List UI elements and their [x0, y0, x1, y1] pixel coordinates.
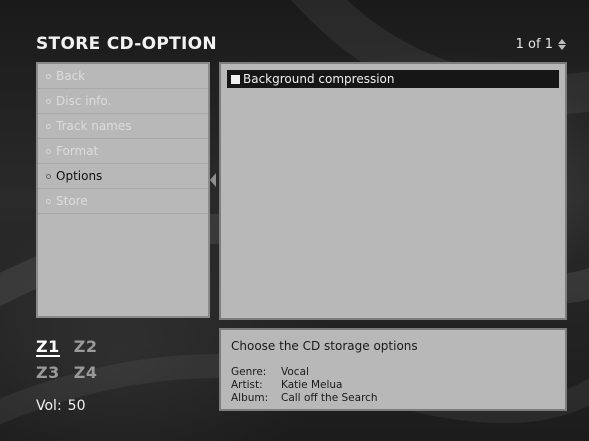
option-background-compression[interactable]: Background compression	[227, 70, 559, 88]
page-counter: 1 of 1	[515, 37, 553, 52]
bullet-icon	[46, 173, 51, 179]
bullet-icon	[46, 198, 51, 204]
bullet-icon	[46, 148, 51, 154]
meta-value: Vocal	[281, 366, 309, 378]
meta-key: Genre:	[231, 366, 267, 378]
menu-item-format[interactable]: Format	[38, 139, 208, 164]
menu-item-label: Track names	[56, 119, 132, 133]
bullet-icon	[46, 73, 51, 79]
meta-value: Call off the Search	[281, 392, 378, 404]
meta-value: Katie Melua	[281, 379, 343, 391]
menu-item-disc-info[interactable]: Disc info.	[38, 89, 208, 114]
menu-item-options[interactable]: Options	[38, 164, 208, 189]
menu-item-track-names[interactable]: Track names	[38, 114, 208, 139]
bullet-icon	[46, 123, 51, 129]
volume-value: 50	[67, 398, 86, 414]
menu-item-label: Format	[56, 144, 99, 158]
menu-item-label: Disc info.	[56, 94, 112, 108]
meta-row-artist: Artist: Katie Melua	[231, 379, 378, 392]
page-title: STORE CD-OPTION	[36, 34, 217, 54]
zone-z3-button[interactable]: Z3	[36, 364, 60, 382]
info-panel: Choose the CD storage options Genre: Voc…	[219, 328, 567, 411]
page-indicator: 1 of 1	[516, 37, 567, 52]
meta-key: Album:	[231, 392, 269, 404]
menu-item-label: Store	[56, 194, 88, 208]
menu-item-store[interactable]: Store	[38, 189, 208, 214]
zone-z2-button[interactable]: Z2	[74, 338, 98, 356]
option-label: Background compression	[243, 72, 395, 86]
meta-row-album: Album: Call off the Search	[231, 392, 378, 405]
checkbox-icon[interactable]	[231, 74, 240, 84]
zone-selector: Z1 Z2 Z3 Z4	[36, 338, 97, 389]
track-metadata: Genre: Vocal Artist: Katie Melua Album: …	[231, 366, 378, 405]
zone-z1-button[interactable]: Z1	[36, 338, 60, 357]
up-down-arrows-icon[interactable]	[557, 38, 567, 52]
option-menu: Back Disc info. Track names Format Optio…	[36, 62, 210, 318]
volume-label: Vol:	[36, 398, 62, 414]
menu-item-label: Back	[56, 69, 86, 83]
options-panel: Background compression	[219, 62, 567, 320]
menu-item-back[interactable]: Back	[38, 64, 208, 89]
meta-row-genre: Genre: Vocal	[231, 366, 378, 379]
menu-pointer-icon	[210, 173, 216, 187]
info-headline: Choose the CD storage options	[231, 339, 418, 353]
menu-item-label: Options	[56, 169, 103, 183]
zone-z4-button[interactable]: Z4	[74, 364, 98, 382]
volume-display: Vol: 50	[36, 398, 86, 414]
bullet-icon	[46, 98, 51, 104]
meta-key: Artist:	[231, 379, 263, 391]
